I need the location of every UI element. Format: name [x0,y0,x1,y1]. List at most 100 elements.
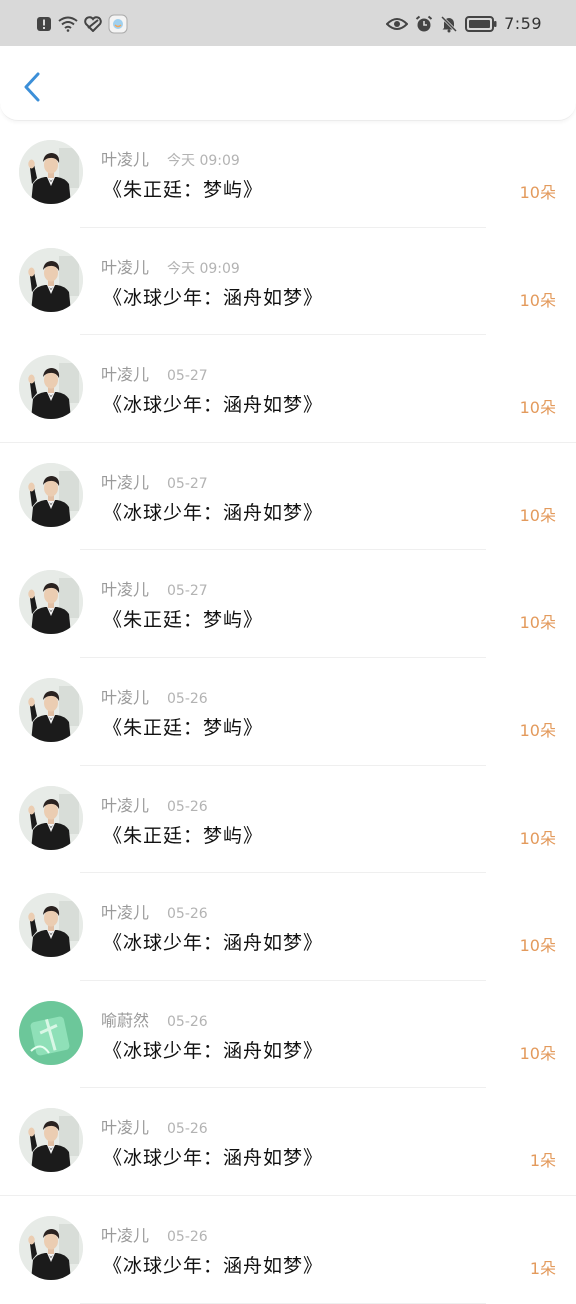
send-time: 05-27 [167,475,208,492]
item-meta: 叶凌儿 05-26 [101,684,208,708]
book-title: 《朱正廷：梦屿》 [103,824,264,847]
sender-name: 叶凌儿 [101,795,150,815]
eye-icon [386,17,409,30]
item-meta: 叶凌儿 05-26 [101,1114,208,1138]
send-time: 今天 09:09 [167,260,240,277]
avatar[interactable] [19,355,83,420]
item-meta: 叶凌儿 05-26 [101,899,208,923]
avatar[interactable] [19,140,83,204]
send-time: 05-26 [167,1228,208,1245]
sender-name: 叶凌儿 [101,1225,150,1245]
flower-count: 10朵 [519,613,556,633]
person-photo-icon [19,462,83,527]
alarm-icon [415,15,433,31]
back-button[interactable] [18,70,46,104]
avatar[interactable] [19,785,83,850]
list-item[interactable]: 叶凌儿 05-26 《朱正廷：梦屿》 10朵 [0,766,576,874]
send-time: 05-26 [167,906,208,923]
flower-count: 10朵 [519,290,556,310]
flower-count: 10朵 [519,936,556,956]
list-item[interactable]: 叶凌儿 今天 09:09 《冰球少年：涵舟如梦》 10朵 [0,228,576,336]
alert-icon [37,17,51,31]
person-photo-icon [19,677,83,742]
item-meta: 喻蔚然 05-26 [101,1007,208,1031]
sender-name: 叶凌儿 [101,365,150,385]
item-meta: 叶凌儿 05-27 [101,576,208,600]
avatar[interactable] [19,1000,83,1065]
book-title: 《朱正廷：梦屿》 [103,609,264,632]
gift-photo-icon [19,1000,83,1065]
book-title: 《冰球少年：涵舟如梦》 [103,501,324,524]
avatar[interactable] [19,570,83,635]
heart-icon [84,16,102,32]
sender-name: 叶凌儿 [101,580,150,600]
item-meta: 叶凌儿 05-27 [101,469,208,493]
flower-count: 10朵 [519,183,556,202]
person-photo-icon [19,355,83,420]
send-time: 05-26 [167,798,208,815]
sender-name: 叶凌儿 [101,687,150,707]
book-title: 《冰球少年：涵舟如梦》 [103,1147,324,1170]
avatar[interactable] [19,677,83,742]
send-time: 05-26 [167,1013,208,1030]
send-time: 05-26 [167,1121,208,1138]
book-title: 《冰球少年：涵舟如梦》 [103,394,324,417]
sender-name: 叶凌儿 [101,257,150,277]
person-photo-icon [19,785,83,850]
list-item[interactable]: 叶凌儿 05-26 《冰球少年：涵舟如梦》 1朵 [0,1088,576,1196]
sender-name: 叶凌儿 [101,903,150,923]
list-item[interactable]: 叶凌儿 今天 09:09 《朱正廷：梦屿》 10朵 [0,120,576,228]
chevron-left-icon [24,72,40,102]
list-item[interactable]: 叶凌儿 05-26 《冰球少年：涵舟如梦》 1朵 [0,1196,576,1304]
person-photo-icon [19,893,83,958]
divider [80,1302,486,1304]
avatar[interactable] [19,247,83,312]
battery-icon [465,15,497,32]
book-title: 《朱正廷：梦屿》 [103,179,264,201]
flower-count: 10朵 [519,505,556,525]
list-item[interactable]: 叶凌儿 05-27 《冰球少年：涵舟如梦》 10朵 [0,335,576,443]
book-title: 《冰球少年：涵舟如梦》 [103,286,324,309]
avatar[interactable] [19,462,83,527]
person-photo-icon [19,140,83,204]
sender-name: 叶凌儿 [101,150,150,169]
list-item[interactable]: 叶凌儿 05-26 《冰球少年：涵舟如梦》 10朵 [0,873,576,981]
send-time: 今天 09:09 [167,153,240,169]
avatar[interactable] [19,893,83,958]
wifi-icon [58,16,78,32]
person-photo-icon [19,247,83,312]
list-item[interactable]: 叶凌儿 05-27 《冰球少年：涵舟如梦》 10朵 [0,443,576,551]
flower-count: 10朵 [519,720,556,740]
list-item[interactable]: 叶凌儿 05-26 《朱正廷：梦屿》 10朵 [0,658,576,766]
item-meta: 叶凌儿 05-27 [101,361,208,385]
sender-name: 叶凌儿 [101,472,150,492]
sender-name: 喻蔚然 [101,1010,150,1030]
flower-count: 10朵 [519,398,556,418]
flower-count: 1朵 [529,1258,556,1278]
person-photo-icon [19,570,83,635]
book-title: 《冰球少年：涵舟如梦》 [103,1039,324,1062]
status-bar: 7:59 [0,0,576,46]
item-meta: 叶凌儿 今天 09:09 [101,146,240,170]
flower-count: 10朵 [519,828,556,848]
avatar[interactable] [19,1108,83,1173]
app-icon [108,14,128,34]
book-title: 《冰球少年：涵舟如梦》 [103,932,324,955]
status-left [36,14,128,34]
send-time: 05-27 [167,583,208,600]
person-photo-icon [19,1215,83,1280]
list-item[interactable]: 叶凌儿 05-27 《朱正廷：梦屿》 10朵 [0,550,576,658]
person-photo-icon [19,1108,83,1173]
status-right: 7:59 [386,14,542,33]
mute-icon [441,15,458,32]
item-meta: 叶凌儿 今天 09:09 [101,254,240,278]
book-title: 《朱正廷：梦屿》 [103,716,264,739]
header [0,46,576,121]
avatar[interactable] [19,1215,83,1280]
gift-record-list: 叶凌儿 今天 09:09 《朱正廷：梦屿》 10朵 叶凌儿 今天 09:09 《… [0,120,576,1304]
item-meta: 叶凌儿 05-26 [101,792,208,816]
list-item[interactable]: 喻蔚然 05-26 《冰球少年：涵舟如梦》 10朵 [0,981,576,1089]
book-title: 《冰球少年：涵舟如梦》 [103,1254,324,1277]
item-meta: 叶凌儿 05-26 [101,1222,208,1246]
send-time: 05-26 [167,690,208,707]
